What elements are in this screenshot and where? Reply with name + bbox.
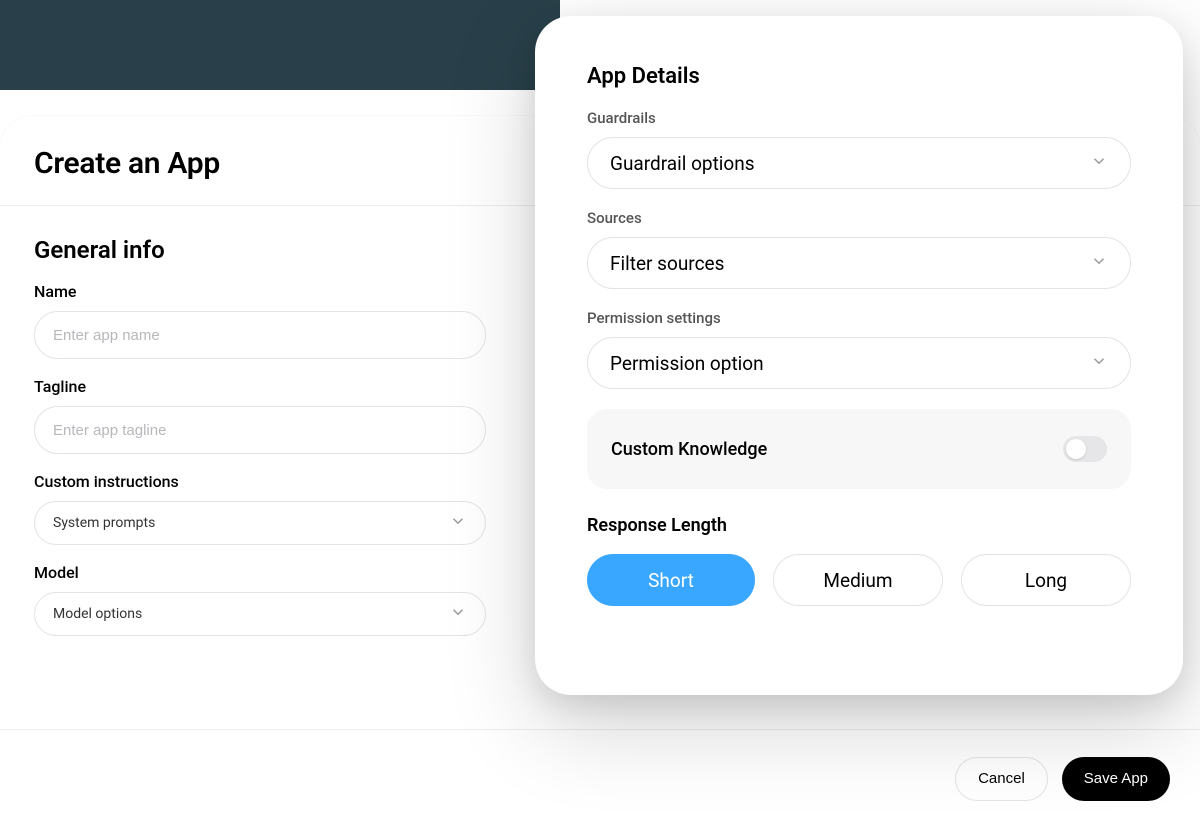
- permission-select[interactable]: Permission option: [587, 337, 1131, 389]
- tagline-input[interactable]: [34, 406, 486, 454]
- segment-long[interactable]: Long: [961, 554, 1131, 606]
- custom-instructions-select[interactable]: System prompts: [34, 501, 486, 545]
- sources-label: Sources: [587, 209, 1131, 227]
- custom-knowledge-label: Custom Knowledge: [611, 439, 767, 460]
- chevron-down-icon: [1090, 252, 1108, 275]
- custom-instructions-label: Custom instructions: [34, 472, 486, 491]
- background-accent: [0, 0, 560, 90]
- app-details-panel: App Details Guardrails Guardrail options…: [535, 16, 1183, 695]
- save-app-button[interactable]: Save App: [1062, 757, 1170, 801]
- section-title-general: General info: [34, 236, 486, 264]
- sources-select[interactable]: Filter sources: [587, 237, 1131, 289]
- model-label: Model: [34, 563, 486, 582]
- app-details-title: App Details: [587, 64, 1131, 89]
- chevron-down-icon: [1090, 152, 1108, 175]
- custom-knowledge-toggle[interactable]: [1063, 436, 1107, 462]
- chevron-down-icon: [1090, 352, 1108, 375]
- segment-short[interactable]: Short: [587, 554, 755, 606]
- guardrails-label: Guardrails: [587, 109, 1131, 127]
- cancel-button[interactable]: Cancel: [955, 757, 1048, 801]
- chevron-down-icon: [449, 603, 467, 625]
- guardrails-value: Guardrail options: [610, 152, 755, 175]
- response-length-segments: Short Medium Long: [587, 554, 1131, 606]
- tagline-label: Tagline: [34, 377, 486, 396]
- card-footer: Cancel Save App: [0, 729, 1200, 827]
- custom-knowledge-row: Custom Knowledge: [587, 409, 1131, 489]
- general-info-section: General info Name Tagline Custom instruc…: [0, 206, 520, 684]
- segment-medium[interactable]: Medium: [773, 554, 943, 606]
- response-length-title: Response Length: [587, 515, 1131, 536]
- chevron-down-icon: [449, 512, 467, 534]
- guardrails-select[interactable]: Guardrail options: [587, 137, 1131, 189]
- permission-label: Permission settings: [587, 309, 1131, 327]
- name-input[interactable]: [34, 311, 486, 359]
- model-value: Model options: [53, 606, 142, 622]
- permission-value: Permission option: [610, 352, 764, 375]
- name-label: Name: [34, 282, 486, 301]
- sources-value: Filter sources: [610, 252, 724, 275]
- custom-instructions-value: System prompts: [53, 515, 155, 531]
- model-select[interactable]: Model options: [34, 592, 486, 636]
